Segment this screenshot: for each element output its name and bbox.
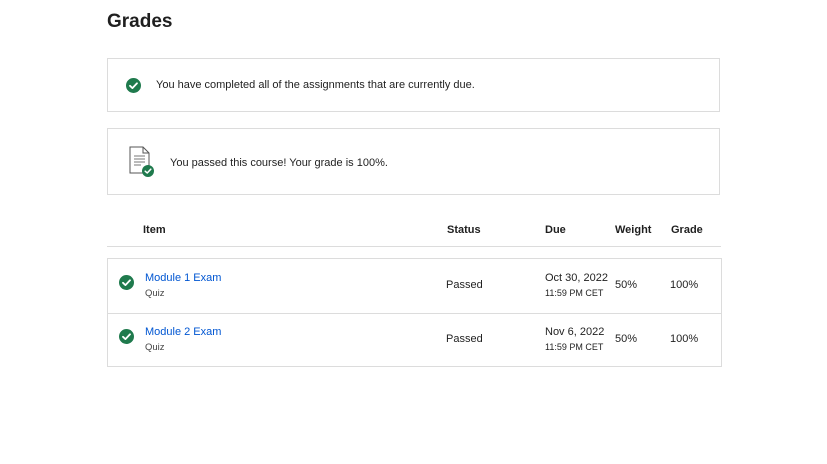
grades-table-header: Item Status Due Weight Grade (107, 222, 721, 247)
course-passed-card: You passed this course! Your grade is 10… (107, 128, 720, 195)
check-circle-icon (119, 329, 134, 344)
status-cell: Passed (446, 333, 483, 345)
due-date: Nov 6, 2022 (545, 326, 605, 338)
check-circle-icon (119, 275, 134, 290)
item-link[interactable]: Module 1 Exam (145, 272, 221, 284)
weight-cell: 50% (615, 279, 638, 291)
status-cell: Passed (446, 279, 483, 291)
check-circle-icon (126, 78, 141, 93)
due-time: 11:59 PM CET (545, 288, 604, 298)
page-title: Grades (107, 11, 173, 32)
table-row: Module 1 Exam Quiz Passed Oct 30, 2022 1… (108, 259, 721, 314)
column-header-weight: Weight (615, 224, 652, 236)
due-date: Oct 30, 2022 (545, 272, 608, 284)
document-check-icon (128, 146, 156, 178)
item-link[interactable]: Module 2 Exam (145, 326, 221, 338)
column-header-status: Status (447, 224, 481, 236)
grade-cell: 100% (670, 279, 699, 291)
weight-cell: 50% (615, 333, 638, 345)
assignments-complete-card: You have completed all of the assignment… (107, 58, 720, 112)
table-row: Module 2 Exam Quiz Passed Nov 6, 2022 11… (108, 313, 721, 367)
item-type: Quiz (145, 342, 165, 353)
grade-cell: 100% (670, 333, 699, 345)
column-header-grade: Grade (671, 224, 703, 236)
item-type: Quiz (145, 288, 165, 299)
due-time: 11:59 PM CET (545, 342, 604, 352)
column-header-item: Item (143, 224, 166, 236)
course-passed-message: You passed this course! Your grade is 10… (170, 157, 388, 169)
grades-table-body: Module 1 Exam Quiz Passed Oct 30, 2022 1… (107, 258, 722, 367)
column-header-due: Due (545, 224, 566, 236)
assignments-complete-message: You have completed all of the assignment… (156, 79, 475, 91)
